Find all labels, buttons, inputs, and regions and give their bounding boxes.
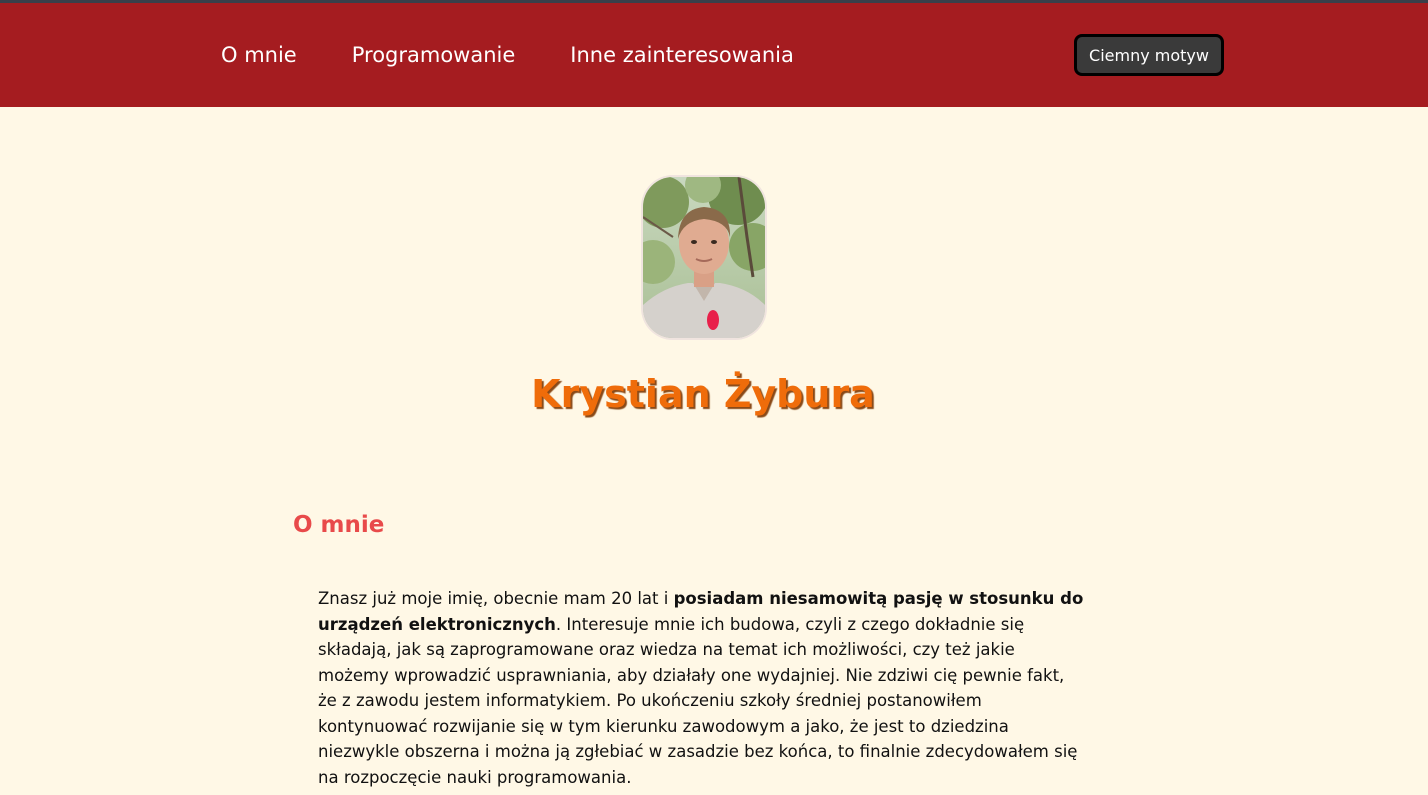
profile-photo bbox=[643, 177, 765, 338]
nav-link-programming[interactable]: Programowanie bbox=[352, 43, 516, 67]
section-title-about: O mnie bbox=[293, 512, 385, 538]
site-header: O mnie Programowanie Inne zainteresowani… bbox=[0, 3, 1428, 107]
profile-name: Krystian Żybura bbox=[531, 372, 875, 416]
about-text-part1: Znasz już moje imię, obecnie mam 20 lat … bbox=[318, 589, 674, 608]
dark-theme-button[interactable]: Ciemny motyw bbox=[1074, 34, 1224, 76]
about-paragraph: Znasz już moje imię, obecnie mam 20 lat … bbox=[318, 586, 1088, 790]
nav-link-about[interactable]: O mnie bbox=[221, 43, 297, 67]
avatar bbox=[643, 177, 765, 338]
nav-link-other-interests[interactable]: Inne zainteresowania bbox=[570, 43, 794, 67]
main-nav: O mnie Programowanie Inne zainteresowani… bbox=[221, 3, 849, 107]
about-text-part2: . Interesuje mnie ich budowa, czyli z cz… bbox=[318, 614, 1078, 787]
